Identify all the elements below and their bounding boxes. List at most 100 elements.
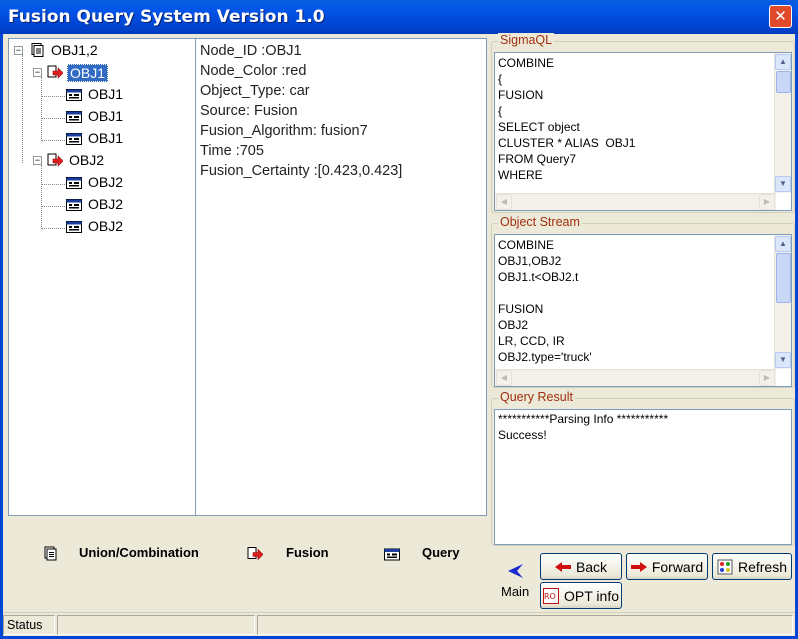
text-line: WHERE	[498, 168, 543, 182]
text-line: {	[498, 104, 503, 118]
scroll-thumb[interactable]	[776, 253, 791, 303]
sigmaql-group: SigmaQL COMBINE { FUSION { SELECT object…	[491, 33, 795, 213]
tree-node-label: OBJ1	[67, 64, 109, 82]
tree-leaf-label: OBJ1	[88, 108, 124, 124]
detail-fusion-algorithm: Fusion_Algorithm: fusion7	[200, 123, 368, 139]
scroll-up-icon[interactable]: ▲	[775, 54, 791, 70]
tree-leaf[interactable]: OBJ2	[9, 217, 195, 237]
scroll-down-icon[interactable]: ▼	[775, 352, 791, 368]
tree-leaf-label: OBJ2	[88, 196, 124, 212]
text-line: FROM Query7	[498, 152, 577, 166]
query-result-title: Query Result	[498, 390, 575, 404]
query-result-textarea[interactable]: ***********Parsing Info *********** Succ…	[494, 409, 792, 545]
scroll-down-icon[interactable]: ▼	[775, 176, 791, 192]
refresh-button-label: Refresh	[737, 558, 788, 575]
status-label: Status	[3, 615, 55, 635]
vertical-scrollbar[interactable]: ▲ ▼	[774, 235, 791, 369]
close-button[interactable]: ✕	[769, 5, 792, 28]
fusion-icon	[47, 153, 63, 167]
query-icon	[66, 177, 82, 189]
fusion-icon	[47, 65, 63, 79]
tree-leaf[interactable]: OBJ1	[9, 129, 195, 149]
text-line: COMBINE	[498, 238, 555, 252]
main-back-arrow-icon[interactable]	[507, 562, 525, 580]
node-details-panel: Node_ID :OBJ1 Node_Color :red Object_Typ…	[195, 38, 487, 516]
tree-node-obj2[interactable]: − OBJ2	[9, 151, 195, 171]
tree-root[interactable]: − OBJ1,2	[9, 41, 195, 61]
object-tree[interactable]: − OBJ1,2 − OBJ1 OBJ1 OBJ1 OBJ1 − OBJ2 OB…	[8, 38, 196, 516]
union-icon[interactable]	[42, 546, 58, 562]
arrow-left-icon	[554, 561, 571, 572]
tree-leaf-label: OBJ1	[88, 130, 124, 146]
query-result-group: Query Result ***********Parsing Info ***…	[491, 390, 795, 546]
vertical-scrollbar[interactable]: ▲ ▼	[774, 53, 791, 193]
text-line: SELECT object	[498, 120, 580, 134]
title-bar: Fusion Query System Version 1.0 ✕	[0, 0, 798, 34]
sigmaql-title: SigmaQL	[498, 33, 555, 47]
nav-union-combination[interactable]: Union/Combination	[79, 545, 199, 560]
text-line: OBJ2.type='truck'	[498, 350, 592, 364]
svg-text:RO: RO	[544, 592, 556, 601]
nav-query[interactable]: Query	[422, 545, 460, 560]
back-button[interactable]: Back	[540, 553, 622, 580]
main-label[interactable]: Main	[501, 584, 529, 599]
scroll-up-icon[interactable]: ▲	[775, 236, 791, 252]
status-cell-3	[257, 615, 793, 635]
detail-node-color: Node_Color :red	[200, 63, 307, 79]
forward-button[interactable]: Forward	[626, 553, 708, 580]
fusion-icon[interactable]	[247, 546, 263, 562]
query-icon	[66, 199, 82, 211]
scroll-left-icon[interactable]: ◀	[496, 370, 512, 386]
tree-leaf-label: OBJ2	[88, 218, 124, 234]
text-line: FUSION	[498, 88, 544, 102]
text-line: FUSION	[498, 302, 544, 316]
scroll-right-icon[interactable]: ▶	[759, 370, 775, 386]
tree-leaf[interactable]: OBJ1	[9, 85, 195, 105]
tree-root-label: OBJ1,2	[51, 42, 98, 58]
text-line: CLUSTER * ALIAS OBJ1	[498, 136, 636, 150]
object-stream-title: Object Stream	[498, 215, 582, 229]
sigmaql-textarea[interactable]: COMBINE { FUSION { SELECT object CLUSTER…	[494, 52, 792, 211]
horizontal-scrollbar[interactable]: ◀ ▶	[495, 193, 776, 210]
back-button-label: Back	[575, 558, 608, 575]
text-line: COMBINE	[498, 56, 555, 70]
union-icon	[31, 43, 44, 57]
collapse-icon[interactable]: −	[33, 68, 42, 77]
opt-info-icon: RO	[543, 587, 559, 604]
forward-button-label: Forward	[651, 558, 704, 575]
tree-leaf[interactable]: OBJ1	[9, 107, 195, 127]
refresh-button[interactable]: Refresh	[712, 553, 792, 580]
query-icon	[66, 221, 82, 233]
tree-node-label: OBJ2	[69, 152, 105, 168]
text-line: OBJ1.t<OBJ2.t	[498, 270, 579, 284]
tree-node-obj1[interactable]: − OBJ1	[9, 63, 195, 83]
text-line: LR, CCD, IR	[498, 334, 565, 348]
query-icon	[66, 133, 82, 145]
opt-info-button[interactable]: RO OPT info	[540, 582, 622, 609]
object-stream-textarea[interactable]: COMBINE OBJ1,OBJ2 OBJ1.t<OBJ2.t FUSION O…	[494, 234, 792, 387]
scroll-left-icon[interactable]: ◀	[496, 194, 512, 210]
window-title: Fusion Query System Version 1.0	[8, 7, 325, 27]
collapse-icon[interactable]: −	[33, 156, 42, 165]
scroll-right-icon[interactable]: ▶	[759, 194, 775, 210]
tree-leaf[interactable]: OBJ2	[9, 195, 195, 215]
object-stream-group: Object Stream COMBINE OBJ1,OBJ2 OBJ1.t<O…	[491, 215, 795, 388]
text-line: OBJ2	[498, 318, 529, 332]
query-icon	[66, 111, 82, 123]
text-line: OBJ1,OBJ2	[498, 254, 562, 268]
opt-info-button-label: OPT info	[564, 587, 619, 604]
nav-fusion[interactable]: Fusion	[286, 545, 329, 560]
query-icon	[66, 89, 82, 101]
arrow-right-icon	[630, 561, 647, 572]
close-icon: ✕	[774, 8, 787, 25]
detail-source: Source: Fusion	[200, 103, 298, 119]
tree-leaf[interactable]: OBJ2	[9, 173, 195, 193]
scroll-thumb[interactable]	[776, 71, 791, 93]
query-icon[interactable]	[384, 546, 400, 562]
collapse-icon[interactable]: −	[14, 46, 23, 55]
text-line: {	[498, 72, 503, 86]
text-line: Success!	[498, 428, 547, 442]
detail-time: Time :705	[200, 143, 264, 159]
status-bar: Status	[3, 612, 795, 636]
horizontal-scrollbar[interactable]: ◀ ▶	[495, 369, 776, 386]
